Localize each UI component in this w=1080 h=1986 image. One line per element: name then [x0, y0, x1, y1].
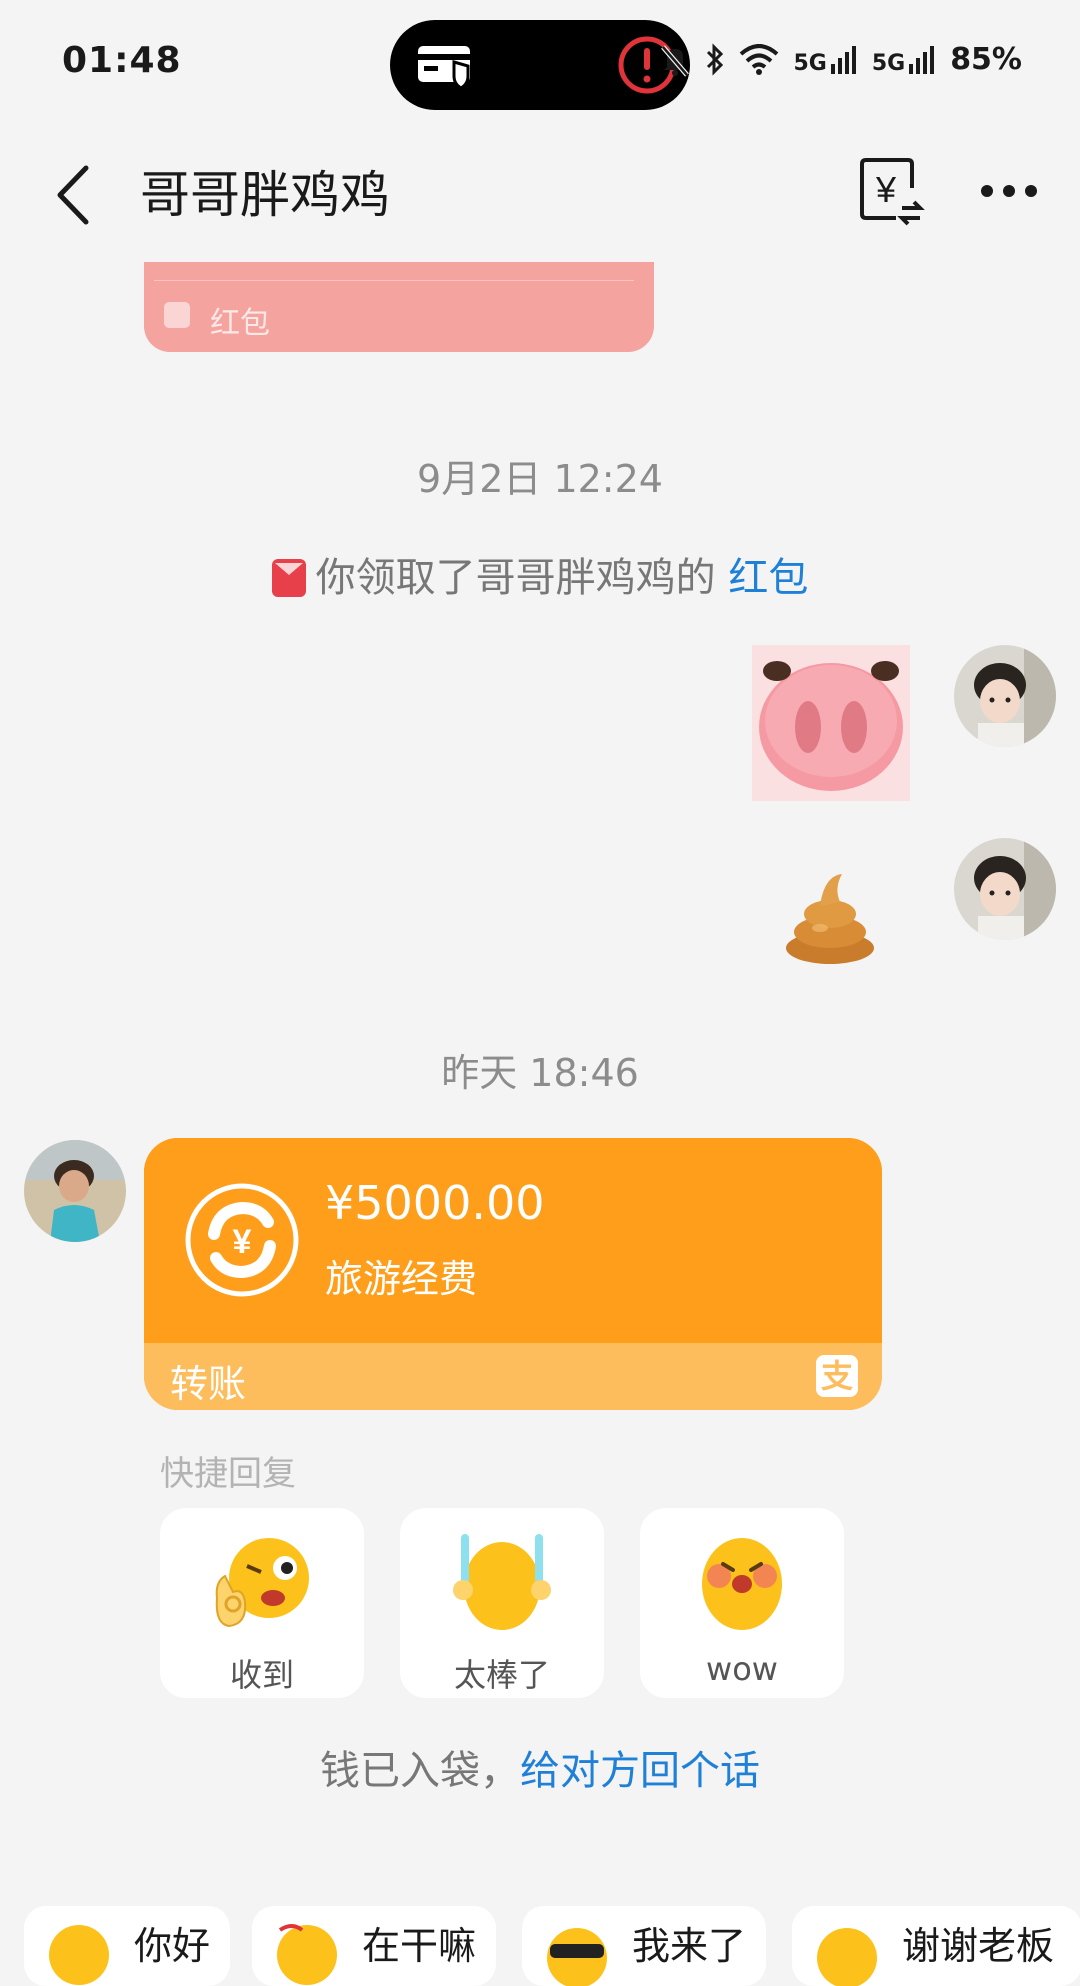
signal-1-label: 5G: [793, 50, 827, 76]
svg-text:¥: ¥: [875, 169, 897, 210]
transfer-icon[interactable]: ¥: [858, 158, 926, 226]
red-packet-link[interactable]: 红包: [728, 555, 808, 601]
quick-reply-wow[interactable]: wow: [640, 1508, 844, 1698]
quick-reply-received[interactable]: 收到: [160, 1508, 364, 1698]
reply-prompt-text: 钱已入袋，: [320, 1748, 520, 1794]
chip-thanks-boss[interactable]: 谢谢老板: [792, 1906, 1080, 1986]
chip-hello[interactable]: 你好: [24, 1906, 230, 1986]
red-packet-bubble[interactable]: 红包: [144, 262, 654, 352]
chip-label: 谢谢老板: [902, 1924, 1055, 1968]
chip-label: 我来了: [632, 1924, 747, 1968]
transfer-card-body: ¥ ¥5000.00 旅游经费: [144, 1138, 882, 1343]
chip-what-doing[interactable]: 在干嘛: [252, 1906, 496, 1986]
status-time: 01:48: [62, 40, 182, 81]
wow-emoji-icon: [702, 1538, 782, 1630]
system-message-text: 你领取了哥哥胖鸡鸡的: [315, 555, 729, 601]
signal-2-label: 5G: [871, 50, 906, 76]
transfer-amount: ¥5000.00: [325, 1176, 545, 1230]
hi-emoji-icon: [49, 1925, 109, 1985]
dynamic-island: [390, 20, 690, 110]
timestamp: 昨天 18:46: [441, 1051, 639, 1095]
system-message: 你领取了哥哥胖鸡鸡的 红包: [0, 545, 1080, 603]
transfer-label: 转账: [170, 1362, 247, 1406]
red-envelope-icon: [271, 559, 306, 597]
wifi-icon: [740, 43, 779, 75]
svg-text:¥: ¥: [233, 1223, 252, 1261]
red-packet-icon: [164, 302, 190, 328]
reply-prompt-link[interactable]: 给对方回个话: [520, 1748, 760, 1794]
thanks-emoji-icon: [817, 1928, 877, 1986]
working-emoji-icon: [277, 1924, 337, 1985]
sunglasses-emoji-icon: [547, 1928, 607, 1986]
quick-reply-title: 快捷回复: [160, 1454, 296, 1494]
chip-label: 在干嘛: [362, 1924, 477, 1968]
transfer-exchange-icon: ¥: [185, 1183, 299, 1297]
signal-icon: 5G: [872, 44, 936, 76]
quick-reply-label: wow: [706, 1650, 778, 1688]
card-shield-icon: [418, 46, 470, 90]
quick-reply-great[interactable]: 太棒了: [400, 1508, 604, 1698]
alipay-icon: 支: [816, 1355, 858, 1397]
poop-sticker[interactable]: [780, 866, 880, 966]
pig-nose-sticker[interactable]: [752, 645, 910, 801]
timestamp: 9月2日 12:24: [417, 457, 663, 501]
signal-icon: 5G: [793, 44, 857, 76]
quick-reply-label: 太棒了: [453, 1656, 550, 1694]
back-icon[interactable]: [50, 160, 100, 230]
more-icon[interactable]: [980, 176, 1038, 206]
transfer-card[interactable]: ¥ ¥5000.00 旅游经费 转账 支: [144, 1138, 882, 1410]
transfer-note: 旅游经费: [325, 1257, 478, 1301]
bluetooth-icon: [707, 42, 724, 76]
mute-icon: [661, 44, 690, 77]
red-packet-divider: [154, 280, 634, 281]
applause-emoji-icon: [453, 1534, 551, 1630]
red-packet-label: 红包: [210, 306, 270, 341]
avatar[interactable]: [954, 645, 1056, 747]
battery-level: 85%: [950, 42, 1022, 77]
status-icons: 5G 5G 85%: [659, 42, 1022, 77]
transfer-card-footer: 转账 支: [144, 1343, 882, 1410]
quick-reply-label: 收到: [229, 1656, 294, 1694]
chip-label: 你好: [134, 1924, 211, 1968]
chat-title: 哥哥胖鸡鸡: [140, 166, 390, 224]
ok-hand-emoji-icon: [215, 1538, 309, 1628]
avatar[interactable]: [954, 838, 1056, 940]
chip-coming[interactable]: 我来了: [522, 1906, 766, 1986]
avatar[interactable]: [24, 1140, 126, 1242]
reply-prompt: 钱已入袋，给对方回个话: [0, 1738, 1080, 1796]
